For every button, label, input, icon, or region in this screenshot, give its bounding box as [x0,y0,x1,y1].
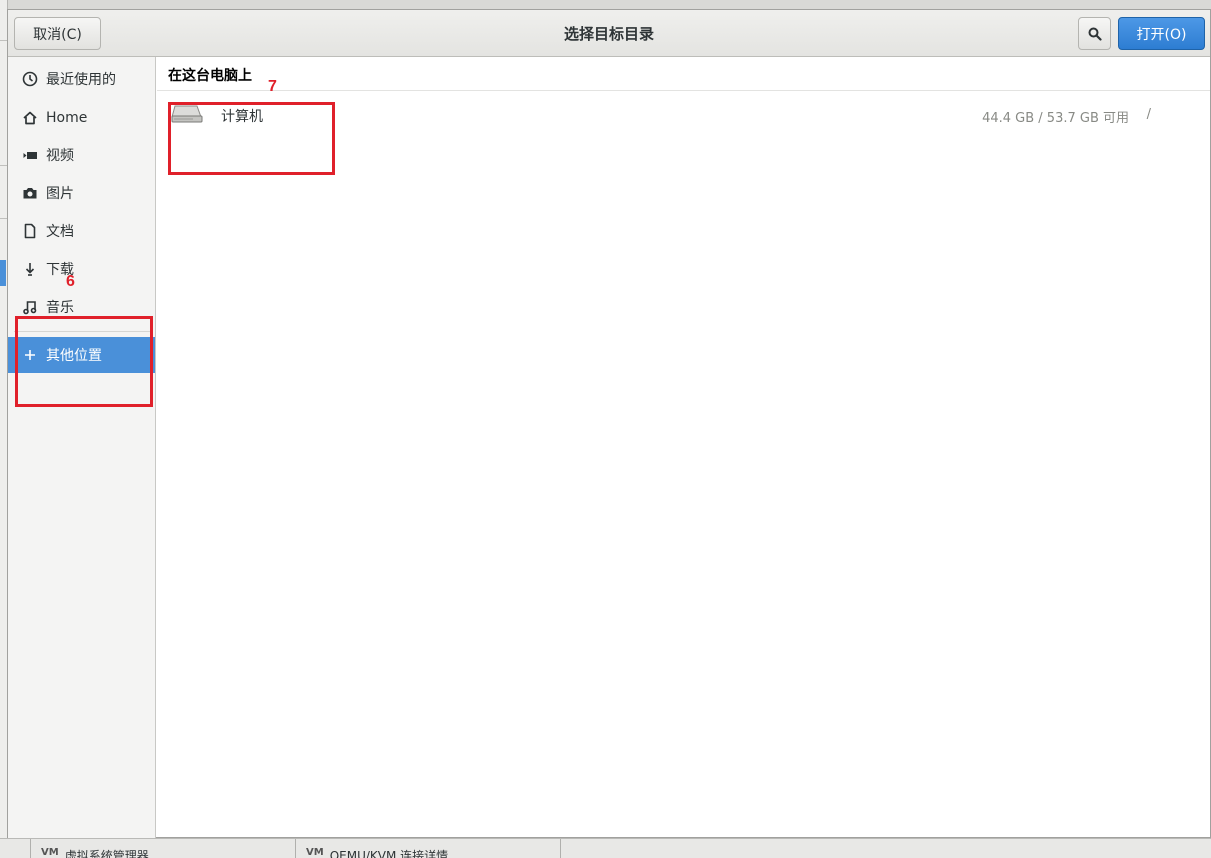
sidebar-item-downloads[interactable]: 下载 [8,251,155,287]
music-icon [22,299,38,315]
taskbar-item-label: 虚拟系统管理器 [64,849,149,858]
sidebar-item-label: 文档 [46,224,74,240]
cancel-button[interactable]: 取消(C) [14,17,101,50]
search-button[interactable] [1078,17,1111,50]
sidebar-item-label: 最近使用的 [46,72,116,88]
taskbar-divider [560,839,561,858]
annotation-label-6: 6 [66,273,75,290]
header-bar: 取消(C) 选择目标目录 打开(O) [8,10,1210,57]
sidebar-item-label: Home [46,110,88,126]
sidebar-item-label: 图片 [46,186,74,202]
section-divider [157,90,1210,91]
open-button[interactable]: 打开(O) [1118,17,1205,50]
sidebar-item-home[interactable]: Home [8,100,155,136]
search-icon [1088,27,1102,41]
section-title: 在这台电脑上 [168,68,252,84]
annotation-box-7 [168,102,335,175]
sidebar-item-label: 视频 [46,148,74,164]
taskbar-item-connection-details[interactable]: VM QEMU/KVM 连接详情 [295,839,560,858]
vmm-icon: VM [306,847,324,858]
camera-icon [22,185,38,201]
video-icon [22,147,38,163]
sidebar-item-recent[interactable]: 最近使用的 [8,61,155,97]
dialog-title: 选择目标目录 [563,25,654,43]
sidebar-item-documents[interactable]: 文档 [8,213,155,249]
download-icon [22,261,38,277]
places-sidebar: 最近使用的 Home 视频 图片 文档 下载 音乐 其他位置 [8,57,156,839]
taskbar-item-virt-manager[interactable]: VM 虚拟系统管理器 [30,839,295,858]
taskbar-item-label: QEMU/KVM 连接详情 [329,849,449,858]
home-icon [22,110,38,126]
location-path: / [1146,107,1151,122]
clock-icon [22,71,38,87]
annotation-box-6 [15,316,153,407]
sidebar-item-videos[interactable]: 视频 [8,137,155,173]
annotation-label-7: 7 [268,78,277,95]
vmm-icon: VM [41,847,59,858]
taskbar: VM 虚拟系统管理器 VM QEMU/KVM 连接详情 [0,838,1211,858]
location-free-space: 44.4 GB / 53.7 GB 可用 [982,111,1129,126]
document-icon [22,223,38,239]
sidebar-item-pictures[interactable]: 图片 [8,175,155,211]
sidebar-item-label: 音乐 [46,300,74,316]
